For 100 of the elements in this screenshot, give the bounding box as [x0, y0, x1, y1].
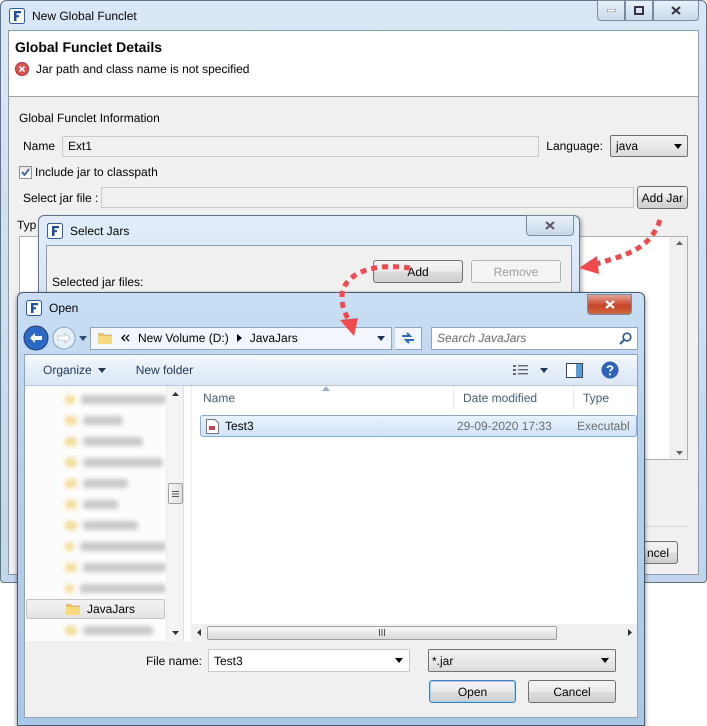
new-folder-button[interactable]: New folder	[136, 363, 194, 377]
blurred-folder-icon	[65, 394, 76, 404]
blurred-folder-icon	[65, 542, 74, 550]
scroll-right-icon[interactable]	[628, 629, 632, 636]
blurred-label	[83, 436, 143, 446]
column-header[interactable]: Date modified	[454, 386, 574, 409]
search-icon	[619, 332, 632, 344]
close-icon	[545, 221, 555, 230]
folder-icon	[97, 330, 113, 346]
caret-icon	[98, 368, 106, 372]
app-icon	[26, 300, 42, 316]
folder-icon	[65, 601, 81, 617]
cancel-button[interactable]: Cancel	[528, 680, 616, 703]
file-name-label: File name:	[146, 654, 202, 668]
blurred-label	[83, 520, 138, 530]
close-icon	[671, 6, 681, 15]
caret-icon	[540, 368, 548, 372]
app-icon	[47, 222, 63, 238]
close-icon	[604, 300, 614, 309]
blurred-folder-icon	[65, 626, 77, 634]
scroll-up-icon[interactable]	[676, 241, 682, 245]
history-caret-icon	[79, 336, 87, 340]
error-icon	[15, 62, 29, 76]
address-bar[interactable]: New Volume (D:) JavaJars	[90, 326, 392, 350]
blurred-folder-icon	[65, 416, 77, 424]
add-button[interactable]: Add	[373, 260, 463, 283]
breadcrumb-item[interactable]: JavaJars	[250, 331, 298, 345]
open-button[interactable]: Open	[429, 680, 516, 703]
add-jar-button[interactable]: Add Jar	[636, 186, 688, 209]
include-jar-checkbox[interactable]	[19, 166, 32, 178]
grip-icon	[379, 629, 385, 636]
blurred-folder-icon	[65, 458, 77, 466]
blurred-folder-icon	[65, 584, 74, 592]
nav-item-label: JavaJars	[87, 602, 136, 616]
search-field[interactable]: Search JavaJars	[431, 326, 638, 350]
window-title: New Global Funclet	[32, 8, 137, 22]
back-button[interactable]	[23, 325, 49, 351]
refresh-icon	[400, 331, 416, 345]
file-row[interactable]: Test3 29-09-2020 17:33 Executabl	[200, 415, 637, 437]
window-title: Select Jars	[70, 224, 130, 238]
type-label: Typ	[17, 218, 36, 232]
separator-arrow-icon	[236, 334, 242, 342]
vertical-scrollbar[interactable]	[166, 386, 183, 641]
header-title: Global Funclet Details	[15, 39, 164, 55]
checkmark-icon	[21, 168, 30, 176]
blurred-folder-icon	[65, 562, 77, 572]
scroll-left-icon[interactable]	[197, 629, 201, 636]
error-message: Jar path and class name is not specified	[36, 62, 250, 76]
minimize-icon	[606, 9, 616, 12]
language-label: Language:	[546, 139, 603, 153]
scrollbar-thumb[interactable]	[168, 483, 183, 504]
app-icon	[9, 8, 25, 24]
scrollbar-thumb[interactable]	[207, 626, 557, 640]
caret-icon	[395, 658, 403, 663]
address-caret-icon	[377, 336, 385, 340]
close-button[interactable]	[653, 0, 699, 21]
selected-jars-label: Selected jar files:	[52, 275, 144, 289]
refresh-button[interactable]	[395, 326, 422, 350]
name-field[interactable]: Ext1	[62, 136, 540, 156]
file-icon	[206, 418, 219, 434]
blurred-folder-icon	[65, 478, 77, 488]
jar-file-field[interactable]	[101, 187, 634, 208]
scroll-up-icon[interactable]	[172, 392, 178, 396]
scroll-down-icon[interactable]	[676, 451, 682, 455]
language-dropdown[interactable]: java	[610, 135, 688, 157]
close-button[interactable]	[587, 294, 632, 315]
vertical-scrollbar[interactable]	[670, 237, 687, 459]
blurred-label	[83, 478, 128, 488]
blurred-folder-icon	[65, 436, 77, 446]
caret-icon	[674, 144, 682, 148]
horizontal-scrollbar[interactable]	[192, 624, 637, 641]
blurred-label	[83, 626, 153, 634]
preview-pane-icon[interactable]	[566, 362, 583, 378]
section-title: Global Funclet Information	[19, 111, 161, 125]
list-view-icon	[513, 364, 528, 376]
column-header[interactable]: Name	[192, 386, 454, 409]
file-name-field[interactable]: Test3	[208, 649, 410, 672]
close-button[interactable]	[526, 215, 574, 236]
caret-icon	[601, 658, 609, 663]
grip-icon	[172, 490, 179, 496]
blurred-label	[83, 500, 118, 508]
maximize-button[interactable]	[625, 0, 653, 21]
breadcrumb-item[interactable]: New Volume (D:)	[138, 331, 229, 345]
jar-file-label: Select jar file :	[23, 190, 98, 204]
organize-menu[interactable]: Organize	[43, 363, 106, 377]
views-menu[interactable]	[513, 364, 548, 376]
blurred-label	[83, 416, 123, 424]
blurred-folder-icon	[65, 500, 77, 508]
name-label: Name	[23, 139, 56, 153]
blurred-folder-icon	[65, 520, 77, 530]
file-name: Test3	[225, 419, 254, 433]
scroll-down-icon[interactable]	[172, 631, 178, 635]
column-header[interactable]: Type	[574, 386, 654, 409]
maximize-icon	[634, 6, 644, 15]
help-icon[interactable]	[601, 361, 619, 379]
window-title: Open	[49, 300, 78, 314]
file-date: 29-09-2020 17:33	[456, 419, 553, 433]
file-type-dropdown[interactable]: *.jar	[428, 649, 616, 672]
nav-item[interactable]: JavaJars	[26, 599, 165, 619]
chevron-icon	[121, 334, 130, 342]
